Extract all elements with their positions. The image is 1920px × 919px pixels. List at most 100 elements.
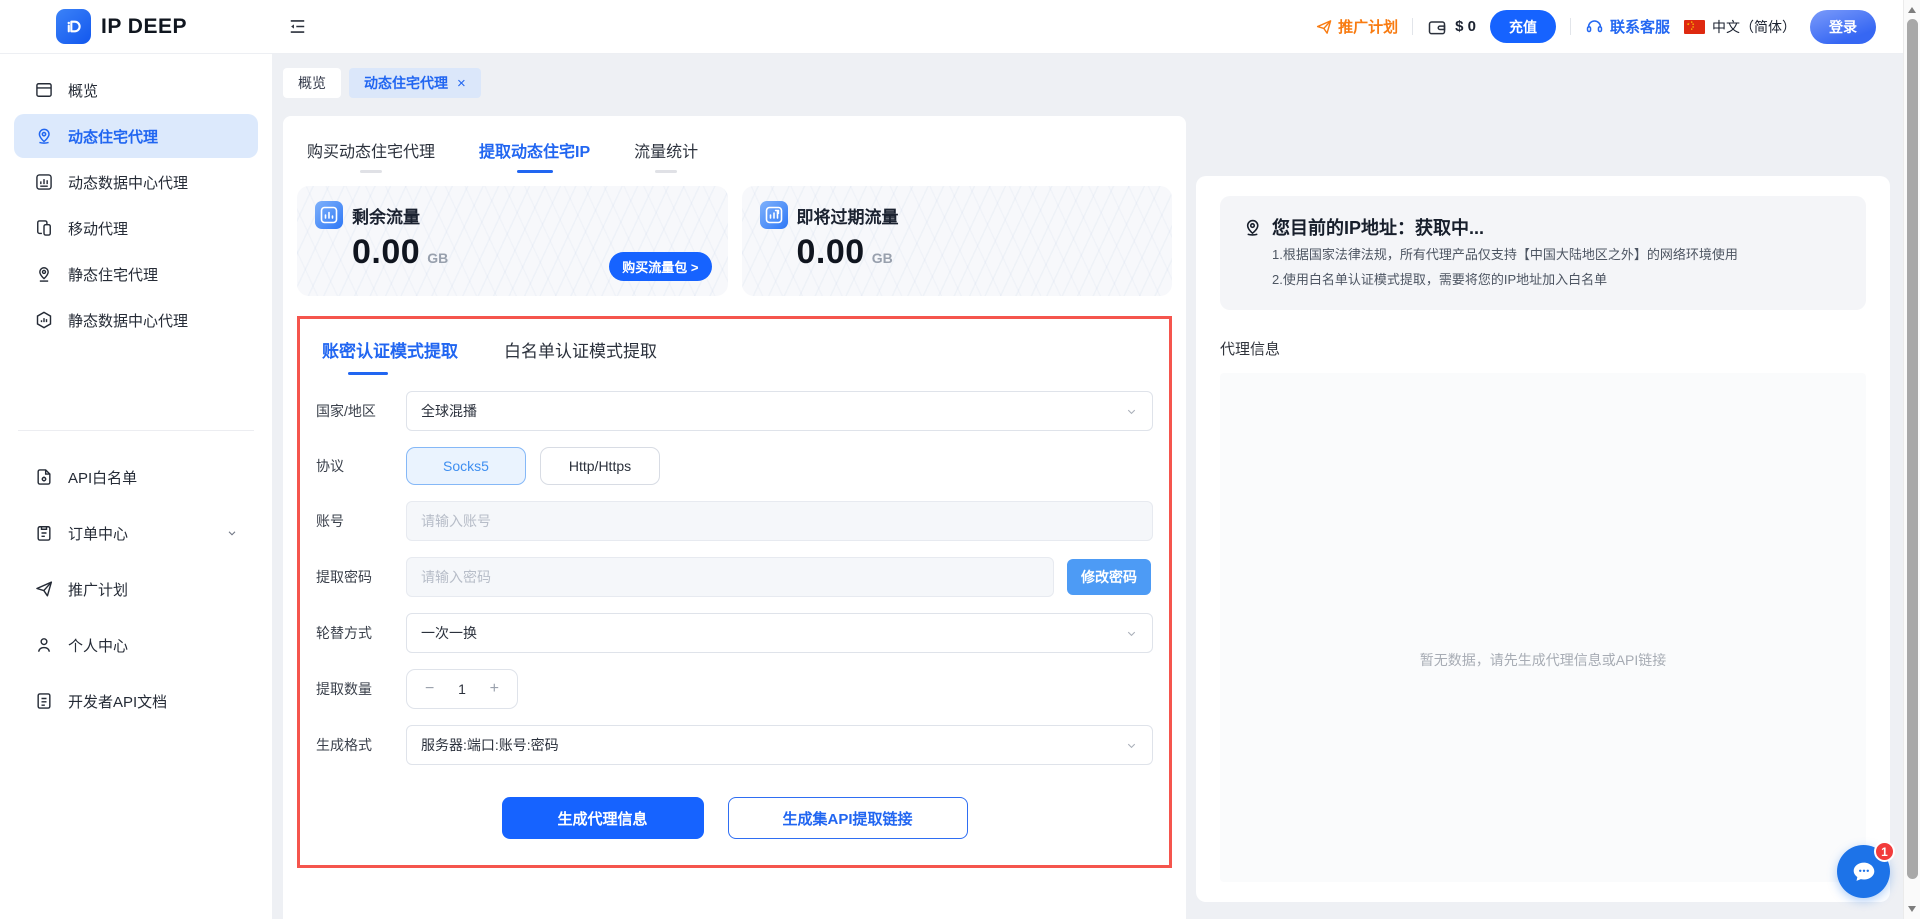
protocol-option-http[interactable]: Http/Https	[540, 447, 660, 485]
file-gear-icon	[34, 467, 54, 487]
sidebar-collapse-icon[interactable]	[288, 17, 307, 36]
form-row-rotation: 轮替方式 一次一换	[316, 613, 1153, 653]
header-promo-link[interactable]: 推广计划	[1315, 16, 1398, 37]
format-label: 生成格式	[316, 735, 406, 755]
empty-state-text: 暂无数据，请先生成代理信息或API链接	[1420, 650, 1667, 670]
brand[interactable]: IP DEEP	[0, 9, 272, 44]
sidebar-item-static-residential[interactable]: 静态住宅代理	[14, 252, 258, 296]
proxy-info-panel: 您目前的IP地址：获取中... 1.根据国家法律法规，所有代理产品仅支持【中国大…	[1196, 176, 1890, 902]
chat-widget-button[interactable]: 1	[1837, 845, 1890, 898]
scrollbar-down-icon[interactable]	[1908, 906, 1916, 912]
window-icon	[34, 80, 54, 100]
stepper-minus-button[interactable]: −	[419, 679, 440, 699]
form-row-password: 提取密码 修改密码	[316, 557, 1153, 597]
stat-value: 0.00	[352, 233, 420, 272]
brand-logo-icon	[56, 9, 91, 44]
tab-chip-dynamic-residential[interactable]: 动态住宅代理 ×	[349, 68, 481, 98]
region-label: 国家/地区	[316, 401, 406, 421]
wallet-balance[interactable]: $ 0	[1427, 17, 1476, 37]
password-input[interactable]	[406, 557, 1054, 597]
protocol-option-socks5[interactable]: Socks5	[406, 447, 526, 485]
sidebar-item-dynamic-datacenter[interactable]: 动态数据中心代理	[14, 160, 258, 204]
scrollbar-up-icon[interactable]	[1908, 7, 1916, 13]
sidebar-item-mobile-proxy[interactable]: 移动代理	[14, 206, 258, 250]
account-input[interactable]	[406, 501, 1153, 541]
subtab-traffic-stats[interactable]: 流量统计	[634, 138, 698, 176]
change-password-button[interactable]: 修改密码	[1067, 559, 1151, 595]
proxy-info-title: 代理信息	[1220, 338, 1866, 359]
sidebar-item-personal-center[interactable]: 个人中心	[14, 623, 258, 667]
chevron-down-icon	[1125, 405, 1138, 418]
header-actions: 推广计划 $ 0 充值	[1315, 10, 1920, 44]
buy-traffic-package-button[interactable]: 购买流量包 >	[609, 252, 711, 281]
tab-chips: 概览 动态住宅代理 ×	[283, 68, 1890, 98]
stepper-plus-button[interactable]: +	[484, 679, 505, 699]
sidebar: 概览 动态住宅代理 动态数据中心代理	[0, 54, 272, 919]
auth-mode-tabs: 账密认证模式提取 白名单认证模式提取	[316, 337, 1153, 375]
paper-plane-icon	[34, 579, 54, 599]
proxy-info-empty-state: 暂无数据，请先生成代理信息或API链接	[1220, 373, 1866, 882]
extract-panel: 购买动态住宅代理 提取动态住宅IP 流量统计	[283, 116, 1186, 919]
form-row-protocol: 协议 Socks5 Http/Https	[316, 447, 1153, 485]
recharge-button[interactable]: 充值	[1490, 10, 1556, 43]
close-icon[interactable]: ×	[457, 76, 466, 91]
tab-credential-auth-extract[interactable]: 账密认证模式提取	[322, 337, 458, 375]
form-row-region: 国家/地区 全球混播	[316, 391, 1153, 431]
brand-name: IP DEEP	[101, 15, 187, 39]
product-subtabs: 购买动态住宅代理 提取动态住宅IP 流量统计	[297, 122, 1172, 176]
region-value: 全球混播	[421, 401, 477, 421]
protocol-label: 协议	[316, 456, 406, 476]
form-row-format: 生成格式 服务器:端口:账号:密码	[316, 725, 1153, 765]
rotation-label: 轮替方式	[316, 623, 406, 643]
tab-chip-overview[interactable]: 概览	[283, 68, 341, 98]
mobile-devices-icon	[34, 218, 54, 238]
format-select[interactable]: 服务器:端口:账号:密码	[406, 725, 1153, 765]
stat-cards: 剩余流量 0.00 GB 购买流量包 >	[297, 186, 1172, 296]
notice-line-1: 1.根据国家法律法规，所有代理产品仅支持【中国大陆地区之外】的网络环境使用	[1272, 245, 1844, 265]
generate-proxy-info-button[interactable]: 生成代理信息	[502, 797, 704, 839]
generate-api-link-button[interactable]: 生成集API提取链接	[728, 797, 968, 839]
china-flag-icon	[1684, 20, 1705, 34]
login-button[interactable]: 登录	[1810, 10, 1876, 44]
sidebar-item-dynamic-residential[interactable]: 动态住宅代理	[14, 114, 258, 158]
expiring-traffic-card: 即将过期流量 0.00 GB	[742, 186, 1173, 296]
chat-unread-badge: 1	[1874, 841, 1895, 862]
language-switcher[interactable]: 中文（简体）	[1684, 17, 1796, 37]
chat-bubble-icon	[1849, 857, 1879, 887]
format-value: 服务器:端口:账号:密码	[421, 735, 559, 755]
sidebar-item-api-whitelist[interactable]: API白名单	[14, 455, 258, 499]
divider	[1412, 18, 1413, 35]
balance-amount: $ 0	[1455, 18, 1476, 35]
traffic-remaining-icon	[315, 201, 343, 229]
chevron-down-icon[interactable]	[226, 527, 238, 539]
sidebar-item-static-datacenter[interactable]: 静态数据中心代理	[14, 298, 258, 342]
sidebar-item-promotion[interactable]: 推广计划	[14, 567, 258, 611]
contact-support-link[interactable]: 联系客服	[1585, 16, 1670, 37]
stat-value: 0.00	[797, 233, 865, 272]
current-ip-title: 您目前的IP地址：获取中...	[1272, 214, 1484, 240]
main-content: 概览 动态住宅代理 × 购买动态住宅代理 提取动态住宅IP 流量统计	[272, 54, 1920, 919]
sidebar-divider	[18, 430, 254, 431]
tab-whitelist-auth-extract[interactable]: 白名单认证模式提取	[504, 337, 657, 375]
sidebar-item-order-center[interactable]: 订单中心	[14, 511, 258, 555]
paper-plane-icon	[1315, 18, 1333, 36]
quantity-value: 1	[458, 681, 466, 697]
remaining-traffic-card: 剩余流量 0.00 GB 购买流量包 >	[297, 186, 728, 296]
subtab-extract-dynamic-ip[interactable]: 提取动态住宅IP	[479, 138, 590, 176]
region-select[interactable]: 全球混播	[406, 391, 1153, 431]
notice-line-2: 2.使用白名单认证模式提取，需要将您的IP地址加入白名单	[1272, 270, 1844, 290]
location-pin-icon	[34, 126, 54, 146]
page-scrollbar[interactable]	[1903, 0, 1920, 919]
language-label: 中文（简体）	[1712, 17, 1796, 37]
hexagon-chart-icon	[34, 310, 54, 330]
sidebar-item-overview[interactable]: 概览	[14, 68, 258, 112]
subtab-buy-dynamic-residential[interactable]: 购买动态住宅代理	[307, 138, 435, 176]
scrollbar-thumb[interactable]	[1907, 19, 1918, 879]
divider	[1570, 18, 1571, 35]
quantity-stepper: − 1 +	[406, 669, 518, 709]
rotation-select[interactable]: 一次一换	[406, 613, 1153, 653]
sidebar-item-developer-api-docs[interactable]: 开发者API文档	[14, 679, 258, 723]
wallet-icon	[1427, 17, 1447, 37]
headset-icon	[1585, 17, 1604, 36]
chevron-down-icon	[1125, 739, 1138, 752]
